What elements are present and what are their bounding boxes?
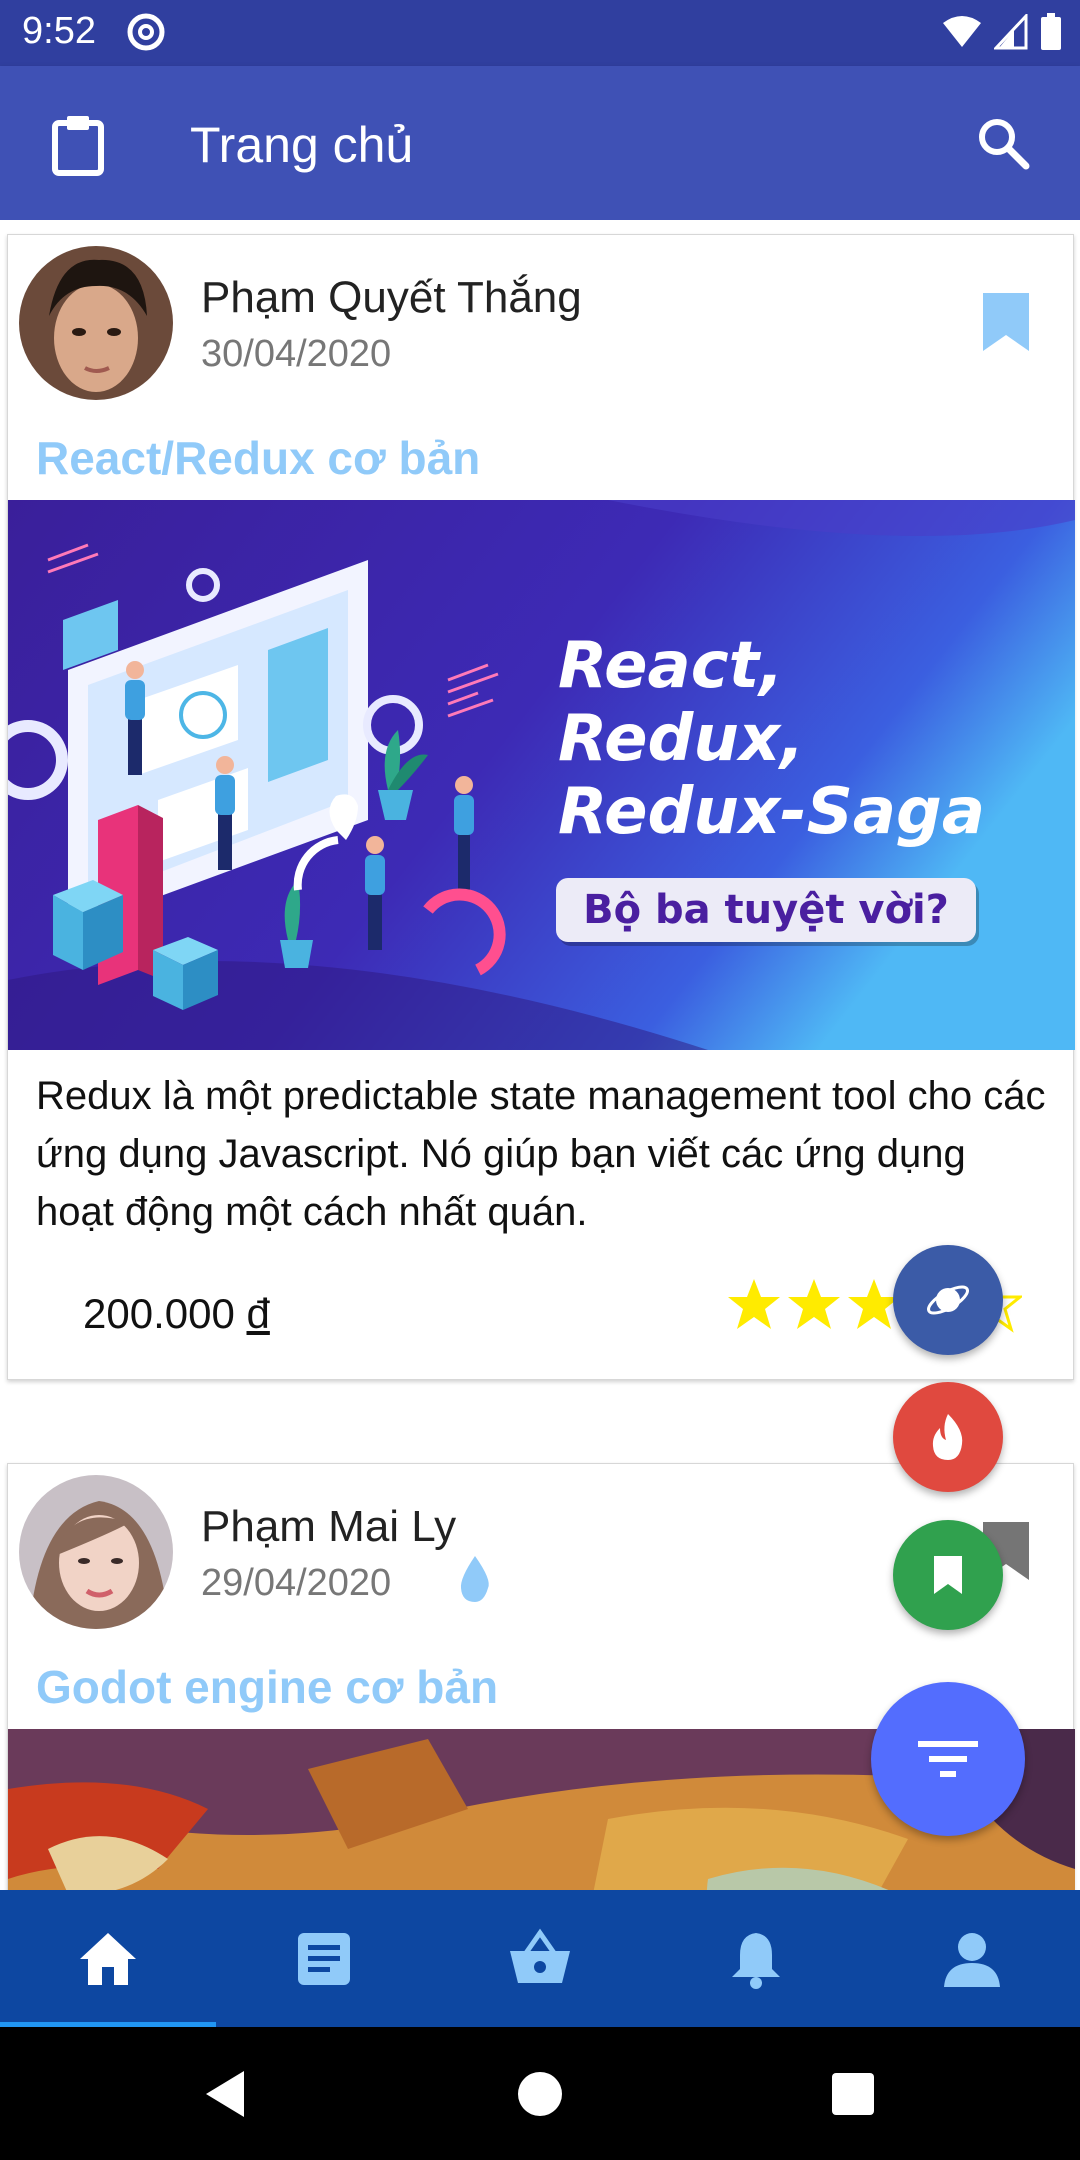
course-feed[interactable]: Phạm Quyết Thắng 30/04/2020 React/Redux … [0,220,1080,1890]
course-card[interactable]: Phạm Quyết Thắng 30/04/2020 React/Redux … [7,234,1075,1380]
search-icon[interactable] [976,116,1030,170]
back-icon[interactable] [200,2067,254,2121]
price-value: 200.000 [83,1290,235,1337]
post-date: 29/04/2020 [201,1562,392,1604]
star-filled-icon [728,1279,780,1329]
recents-icon[interactable] [826,2067,880,2121]
bookmark-icon[interactable] [983,293,1029,351]
status-bar: 9:52 [0,0,1080,66]
avatar[interactable] [19,1475,173,1629]
home-icon [80,1932,136,1985]
banner-tagline: Bộ ba tuyệt vời? [556,878,976,942]
article-icon [298,1932,350,1985]
clipboard-icon[interactable] [50,114,106,176]
post-date: 30/04/2020 [201,333,392,375]
course-title[interactable]: React/Redux cơ bản [36,431,480,485]
signal-icon [994,14,1028,50]
nav-home[interactable] [0,1890,216,2027]
app-bar: Trang chủ [0,66,1080,220]
bookmark-fab-button[interactable] [893,1520,1003,1630]
nav-profile[interactable] [864,1890,1080,2027]
currency-symbol: đ [246,1290,270,1337]
fire-fab-button[interactable] [893,1382,1003,1492]
filter-fab-button[interactable] [871,1682,1025,1836]
status-time: 9:52 [22,10,96,52]
course-banner[interactable]: React, Redux, Redux-Saga Bộ ba tuyệt vời… [8,500,1075,1050]
wifi-icon [943,16,981,47]
bookmark-icon [934,1556,962,1594]
battery-icon [1041,13,1061,50]
bell-icon [732,1932,780,1989]
basket-icon [510,1928,570,1983]
banner-line: Redux, [558,702,805,776]
author-name: Phạm Mai Ly [201,1502,457,1551]
banner-line: Redux-Saga [558,775,985,849]
fire-icon [932,1414,963,1460]
planet-icon [927,1285,969,1315]
nav-cart[interactable] [432,1890,648,2027]
nav-notifications[interactable] [648,1890,864,2027]
filter-icon [918,1741,978,1777]
star-filled-icon [788,1279,840,1329]
person-icon [944,1932,1000,1987]
avatar[interactable] [19,246,173,400]
at-sign-icon [127,13,165,51]
course-description: Redux là một predictable state managemen… [36,1074,1046,1234]
home-circle-icon[interactable] [513,2067,567,2121]
planet-fab-button[interactable] [893,1245,1003,1355]
nav-articles[interactable] [216,1890,432,2027]
page-title: Trang chủ [190,117,414,173]
banner-line: React, [558,629,784,703]
course-title[interactable]: Godot engine cơ bản [36,1660,498,1714]
system-navigation-bar [0,2027,1080,2160]
bottom-navigation [0,1890,1080,2027]
author-name: Phạm Quyết Thắng [201,273,582,322]
banner-headline: React, Redux, Redux-Saga [558,630,985,849]
course-price: 200.000 đ [83,1290,270,1338]
drop-icon [460,1556,489,1602]
